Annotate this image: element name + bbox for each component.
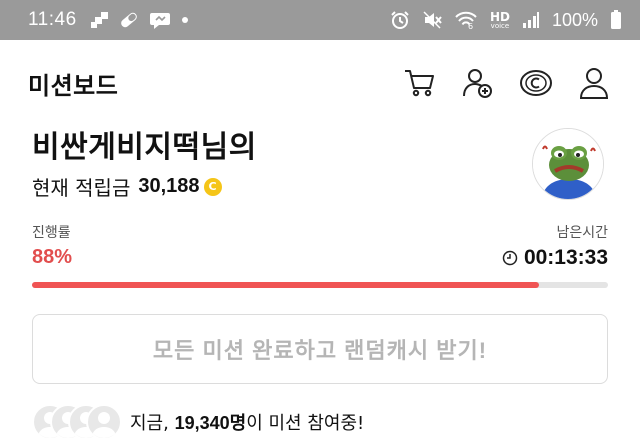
participants-row: 지금, 19,340명이 미션 참여중! [32,402,608,440]
coin-symbol: C [208,180,217,193]
hd-label: HD [489,9,510,24]
add-friend-button[interactable] [460,65,496,101]
status-time: 11:46 [28,9,77,30]
hd-voice-icon: HD voice [490,11,510,30]
progress-left: 진행률 88% [32,222,72,270]
alarm-icon [390,10,410,30]
user-placeholder-icon [92,412,116,438]
grid-app-icon [90,12,109,28]
participants-count: 19,340명 [174,413,247,433]
participant-avatars [32,402,126,440]
progress-label: 진행률 [32,225,71,241]
progress-bar [32,282,608,288]
cart-icon [405,70,434,97]
chat-bubble-icon [149,11,171,29]
status-bar: 11:46 6 HD voice 100% [0,0,640,40]
points-value: 30,188 [138,175,200,197]
coin-icon: C [203,177,222,196]
coin-shop-icon [520,70,552,96]
points-label: 현재 적립금 [32,176,131,200]
time-remaining: 00:13:33 [502,246,608,270]
mute-icon [422,10,442,30]
frog-avatar-image [533,129,603,199]
progress-percent: 88% [32,246,73,268]
add-friend-icon [463,69,492,98]
claim-reward-button[interactable]: 모든 미션 완료하고 랜덤캐시 받기! [32,314,608,384]
user-icon [579,68,609,99]
progress-bar-fill [32,282,539,288]
battery-percent: 100% [551,9,598,30]
clock-icon [502,250,518,266]
points-row: 현재 적립금 30,188 C [32,172,612,201]
header-actions [402,65,612,101]
participants-prefix: 지금, [130,413,175,434]
cart-button[interactable] [402,65,438,101]
page-title: 미션보드 [28,71,119,100]
app-header: 미션보드 [0,40,640,126]
battery-icon [610,10,622,30]
profile-section: 비싼게비지떡님의 현재 적립금 30,188 C [32,128,612,208]
svg-text:6: 6 [468,22,473,30]
hd-sub-label: voice [490,21,510,30]
participants-suffix: 이 미션 참여중! [246,413,365,434]
signal-icon [522,11,540,29]
remaining-label: 남은시간 [556,225,608,241]
user-button[interactable] [576,65,612,101]
coin-shop-button[interactable] [518,65,554,101]
avatar[interactable] [532,128,604,200]
pill-icon [119,11,139,29]
participant-avatar [86,404,122,440]
status-system-icons: 6 HD voice 100% [390,10,622,31]
wifi-6-icon: 6 [454,10,478,30]
participants-text: 지금, 19,340명이 미션 참여중! [130,409,364,435]
progress-right: 남은시간 00:13:33 [502,222,608,270]
status-notification-icons [90,11,189,29]
progress-labels: 진행률 88% 남은시간 00:13:33 [32,222,608,270]
dot-icon [181,16,189,24]
remaining-time: 00:13:33 [523,246,608,269]
username: 비싼게비지떡님의 [32,130,257,165]
